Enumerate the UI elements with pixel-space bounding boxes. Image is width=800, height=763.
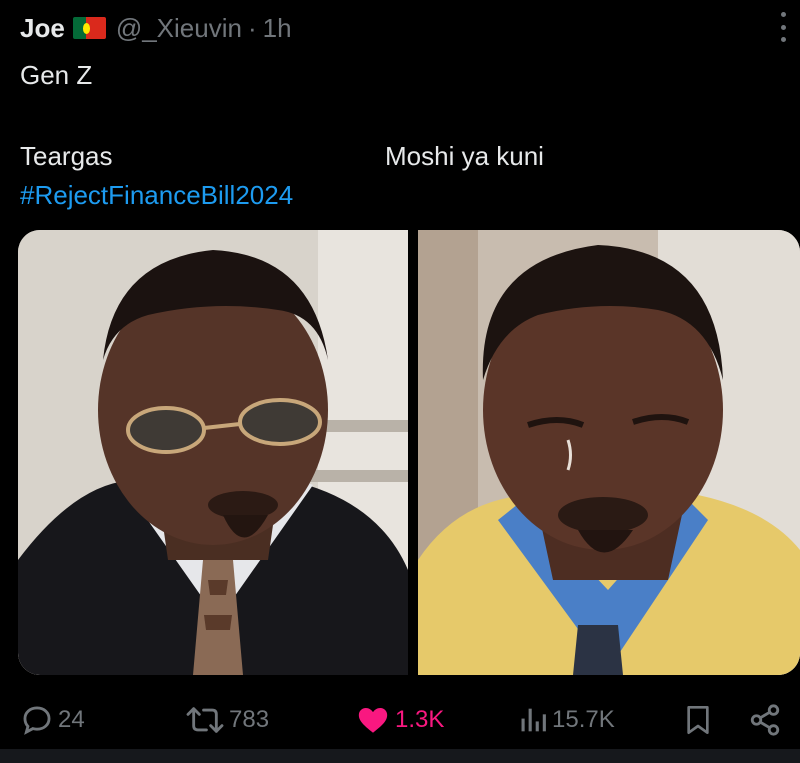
reply-button[interactable]: 24 [20,698,85,742]
post-text-line-1: Gen Z [20,60,93,90]
separator-dot: · [247,12,257,43]
reply-icon [23,706,51,735]
repost-button[interactable]: 783 [185,698,269,742]
author-handle[interactable]: @_Xieuvin [116,13,242,44]
views-icon [521,708,546,732]
right-caption: Moshi ya kuni [385,141,544,171]
repost-count: 783 [229,706,270,733]
post-media [18,230,800,675]
views-button[interactable]: 15.7K [518,698,615,742]
man-crying-image[interactable] [418,230,800,675]
share-button[interactable] [748,698,782,742]
action-bar: 24 783 1.3K 15.7K [0,698,800,742]
heart-icon [358,707,388,733]
left-caption: Teargas [20,141,113,171]
man-with-sunglasses-image[interactable] [18,230,408,675]
repost-icon [186,707,224,733]
reply-count: 24 [58,706,85,733]
more-options-icon[interactable] [776,12,790,42]
post-header: Joe @_Xieuvin · 1h [20,10,292,46]
like-count: 1.3K [395,706,445,733]
bookmark-icon [687,706,709,734]
portugal-flag-icon [72,17,106,39]
views-count: 15.7K [552,706,615,733]
author-display-name[interactable]: Joe [20,13,65,44]
hashtag-link[interactable]: #RejectFinanceBill2024 [20,180,293,211]
like-button[interactable]: 1.3K [355,698,444,742]
bookmark-button[interactable] [682,698,714,742]
share-icon [750,704,780,736]
bottom-divider [0,749,800,763]
post-time[interactable]: 1h [263,13,292,44]
